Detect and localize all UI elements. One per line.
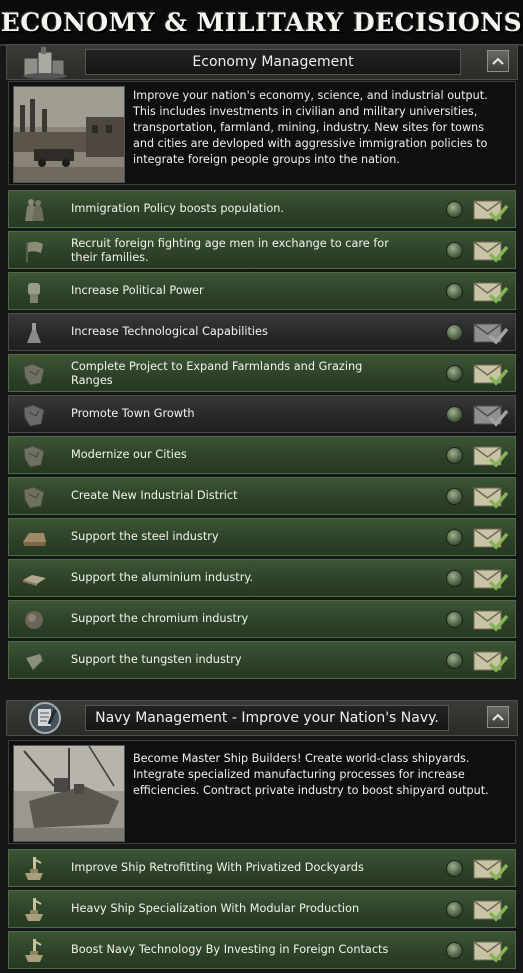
decision-label: Improve Ship Retrofitting With Privatize… [71,861,364,874]
decision-label: Modernize our Cities [71,448,187,461]
chromium-icon [19,605,49,635]
decision-label: Support the chromium industry [71,612,249,625]
status-indicator [446,652,463,669]
tungsten-icon [19,646,49,676]
status-indicator [446,447,463,464]
decision-row-chromium[interactable]: Support the chromium industry [8,600,516,638]
decision-label: Support the aluminium industry. [71,571,254,584]
shipyard-image [13,745,125,842]
decision-row-ship-retrofitting[interactable]: Improve Ship Retrofitting With Privatize… [8,849,516,887]
status-indicator [446,570,463,587]
decision-label: Increase Technological Capabilities [71,325,268,338]
navy-category-icon [19,699,71,737]
economy-description-panel: Improve your nation's economy, science, … [8,81,516,185]
status-indicator [446,529,463,546]
status-indicator [446,611,463,628]
decision-label: Support the steel industry [71,530,219,543]
dockyard-icon [19,854,49,884]
chevron-up-icon [492,57,504,65]
envelope-check-icon[interactable] [473,526,509,550]
navy-section-title: Navy Management - Improve your Nation's … [85,705,449,731]
status-indicator [446,901,463,918]
decision-row-tech-capabilities[interactable]: Increase Technological Capabilities [8,313,516,351]
decision-label: Create New Industrial District [71,489,238,502]
steel-ingot-icon [19,523,49,553]
navy-description-panel: Become Master Ship Builders! Create worl… [8,740,516,844]
envelope-check-icon[interactable] [473,403,509,427]
decision-row-aluminium[interactable]: Support the aluminium industry. [8,559,516,597]
map-icon [19,400,49,430]
economy-description: Improve your nation's economy, science, … [133,89,488,166]
decision-label: Increase Political Power [71,284,204,297]
envelope-check-icon[interactable] [473,198,509,222]
status-indicator [446,365,463,382]
decision-label: Immigration Policy boosts population. [71,202,285,215]
status-indicator [446,242,463,259]
envelope-check-icon[interactable] [473,857,509,881]
status-indicator [446,283,463,300]
decision-label: Complete Project to Expand Farmlands and… [71,360,363,387]
decision-row-immigration-policy[interactable]: Immigration Policy boosts population. [8,190,516,228]
decision-row-steel[interactable]: Support the steel industry [8,518,516,556]
envelope-check-icon[interactable] [473,362,509,386]
economy-section-header[interactable]: Economy Management [6,44,518,80]
decision-row-political-power[interactable]: Increase Political Power [8,272,516,310]
decision-row-town-growth[interactable]: Promote Town Growth [8,395,516,433]
fist-icon [19,277,49,307]
status-indicator [446,860,463,877]
map-icon [19,441,49,471]
envelope-check-icon[interactable] [473,280,509,304]
navy-collapse-button[interactable] [487,706,509,728]
decision-label: Promote Town Growth [71,407,195,420]
chevron-up-icon [492,713,504,721]
envelope-check-icon[interactable] [473,567,509,591]
envelope-check-icon[interactable] [473,485,509,509]
industrial-town-image [13,86,125,183]
decision-row-modernize-cities[interactable]: Modernize our Cities [8,436,516,474]
economy-category-icon [19,43,71,81]
status-indicator [446,201,463,218]
decision-row-expand-farmlands[interactable]: Complete Project to Expand Farmlands and… [8,354,516,392]
navy-description: Become Master Ship Builders! Create worl… [133,752,489,797]
map-icon [19,482,49,512]
title-bar: ECONOMY & MILITARY DECISIONS [0,0,523,46]
map-icon [19,359,49,389]
decision-row-tungsten[interactable]: Support the tungsten industry [8,641,516,679]
soldiers-icon [19,195,49,225]
status-indicator [446,942,463,959]
flag-icon [19,236,49,266]
decision-row-recruit-foreign[interactable]: Recruit foreign fighting age men in exch… [8,231,516,269]
envelope-check-icon[interactable] [473,608,509,632]
navy-section-header[interactable]: Navy Management - Improve your Nation's … [6,700,518,736]
envelope-check-icon[interactable] [473,649,509,673]
envelope-check-icon[interactable] [473,321,509,345]
status-indicator [446,406,463,423]
decision-row-industrial-district[interactable]: Create New Industrial District [8,477,516,515]
status-indicator [446,324,463,341]
envelope-check-icon[interactable] [473,444,509,468]
decisions-window: ECONOMY & MILITARY DECISIONS Economy Man… [0,0,523,973]
economy-collapse-button[interactable] [487,50,509,72]
decision-label: Recruit foreign fighting age men in exch… [71,237,389,264]
status-indicator [446,488,463,505]
envelope-check-icon[interactable] [473,939,509,963]
decision-row-navy-technology[interactable]: Boost Navy Technology By Investing in Fo… [8,931,516,969]
dockyard-icon [19,895,49,925]
decision-label: Boost Navy Technology By Investing in Fo… [71,943,389,956]
aluminium-icon [19,564,49,594]
page-title: ECONOMY & MILITARY DECISIONS [0,7,523,37]
economy-section-title: Economy Management [85,49,461,75]
flask-icon [19,318,49,348]
envelope-check-icon[interactable] [473,898,509,922]
decision-row-heavy-ship-specialization[interactable]: Heavy Ship Specialization With Modular P… [8,890,516,928]
dockyard-icon [19,936,49,966]
envelope-check-icon[interactable] [473,239,509,263]
decision-label: Support the tungsten industry [71,653,242,666]
decision-label: Heavy Ship Specialization With Modular P… [71,902,360,915]
